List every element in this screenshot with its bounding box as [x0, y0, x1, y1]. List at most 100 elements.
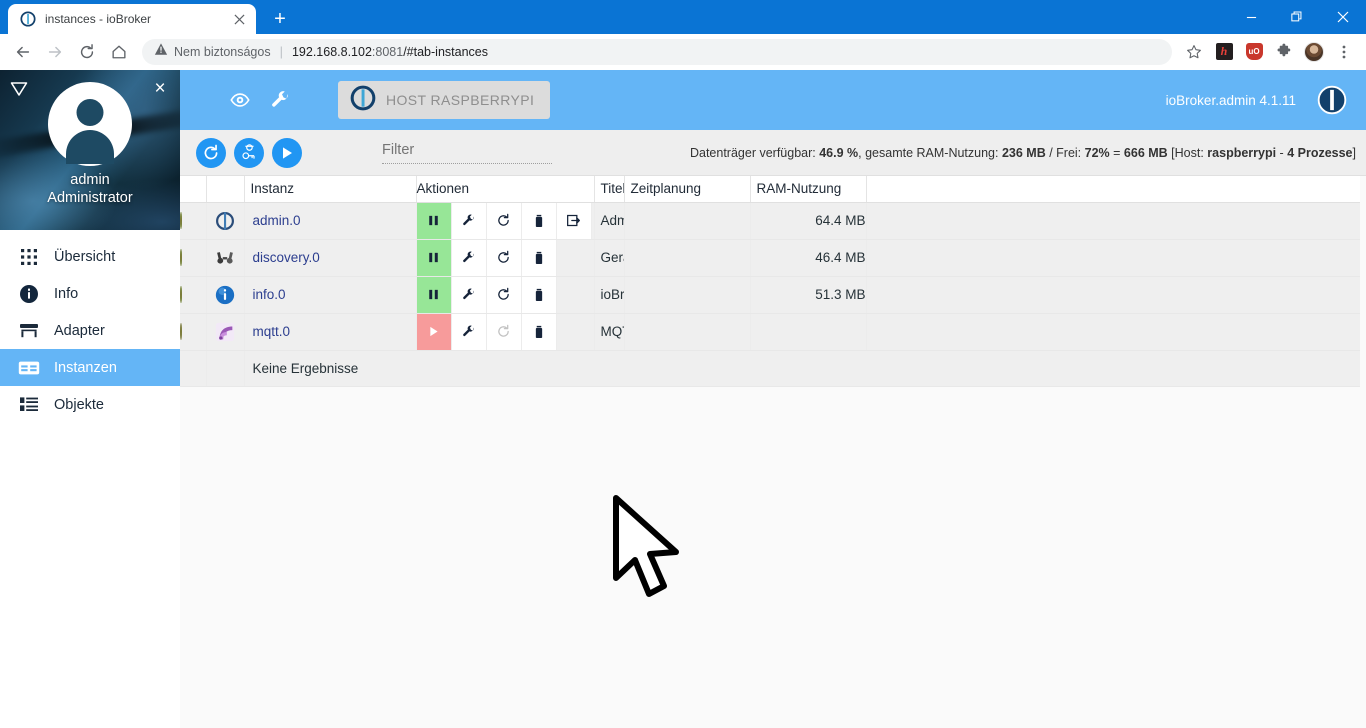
wrench-icon[interactable]: [260, 80, 300, 120]
delete-icon[interactable]: [521, 276, 557, 313]
stop-instance-button[interactable]: [416, 202, 452, 239]
delete-icon[interactable]: [521, 202, 557, 239]
status-processes: 4 Prozesse: [1287, 145, 1353, 160]
window-maximize-button[interactable]: [1274, 0, 1320, 34]
address-bar[interactable]: Nem biztonságos | 192.168.8.102:8081/#ta…: [142, 38, 1172, 65]
sidebar-item-instanzen[interactable]: Instanzen: [0, 349, 180, 386]
row-status-cell: [180, 202, 207, 240]
app-root: × admin Administrator Übersicht Info Ada…: [0, 70, 1366, 728]
row-title-cell: ioBr: [594, 276, 625, 314]
sidebar-item-uebersicht[interactable]: Übersicht: [0, 238, 180, 275]
row-name-cell[interactable]: mqtt.0: [244, 313, 417, 351]
extension-h-glyph: h: [1215, 43, 1233, 60]
status-mid5: -: [1276, 145, 1288, 160]
th-instance[interactable]: Instanz: [244, 176, 417, 203]
th-title[interactable]: Titel: [594, 176, 625, 203]
restart-icon[interactable]: [486, 202, 522, 239]
browser-tab[interactable]: instances - ioBroker: [8, 4, 256, 34]
triangle-down-icon[interactable]: [9, 79, 29, 99]
window-minimize-button[interactable]: [1228, 0, 1274, 34]
row-name-cell[interactable]: admin.0: [244, 202, 417, 240]
delete-icon[interactable]: [521, 313, 557, 350]
stop-instance-button[interactable]: [416, 276, 452, 313]
row-ram-cell: 51.3 MB: [750, 276, 867, 314]
sidebar-item-label: Adapter: [54, 322, 105, 339]
row-schedule-cell[interactable]: [624, 239, 751, 277]
settings-wrench-icon[interactable]: [451, 202, 487, 239]
row-name-cell[interactable]: discovery.0: [244, 239, 417, 277]
settings-wrench-icon[interactable]: [451, 276, 487, 313]
row-icon-cell: [206, 276, 245, 314]
open-link-icon[interactable]: [556, 202, 592, 239]
warning-triangle-icon: [154, 42, 168, 61]
extensions-puzzle-icon[interactable]: [1270, 38, 1298, 66]
th-schedule[interactable]: Zeitplanung: [624, 176, 751, 203]
ublock-origin-icon[interactable]: uO: [1240, 38, 1268, 66]
filter-field[interactable]: [382, 141, 552, 164]
restart-icon[interactable]: [486, 276, 522, 313]
refresh-button[interactable]: [196, 137, 226, 168]
info-icon: [18, 283, 40, 305]
window-controls: [1228, 0, 1366, 34]
sidebar-menu: Übersicht Info Adapter Instanzen Objekte: [0, 230, 180, 423]
reload-button[interactable]: [72, 37, 102, 67]
th-actions: Aktionen: [416, 176, 595, 203]
sidebar-close-icon[interactable]: ×: [149, 78, 171, 100]
expert-mode-button[interactable]: [234, 137, 264, 168]
url-port: :8081: [371, 44, 404, 59]
host-chip[interactable]: HOST RASPBERRYPI: [338, 81, 551, 119]
home-button[interactable]: [104, 37, 134, 67]
eye-icon[interactable]: [220, 80, 260, 120]
sidebar-item-label: Info: [54, 285, 79, 302]
info-blue-icon: [215, 285, 235, 304]
row-name-cell[interactable]: info.0: [244, 276, 417, 314]
restart-icon[interactable]: [486, 239, 522, 276]
instance-link[interactable]: mqtt.0: [245, 324, 416, 339]
sidebar-item-info[interactable]: Info: [0, 275, 180, 312]
sidebar-item-adapter[interactable]: Adapter: [0, 312, 180, 349]
settings-wrench-icon[interactable]: [451, 313, 487, 350]
row-schedule-cell[interactable]: [624, 276, 751, 314]
tab-close-icon[interactable]: [230, 10, 248, 28]
status-suffix: ]: [1352, 145, 1356, 160]
status-ram-used: 236 MB: [1001, 145, 1046, 160]
stop-instance-button[interactable]: [416, 239, 452, 276]
sidebar-username: admin: [70, 172, 110, 188]
start-all-button[interactable]: [272, 137, 302, 168]
instance-link[interactable]: discovery.0: [245, 250, 416, 265]
iobroker-logo-icon[interactable]: [1312, 80, 1352, 120]
th-ram[interactable]: RAM-Nutzung: [750, 176, 867, 203]
table-row[interactable]: info.0 ioBr 51.3 MB: [180, 276, 1360, 314]
status-dot-running: [180, 212, 182, 229]
chrome-menu-icon[interactable]: [1330, 38, 1358, 66]
profile-avatar[interactable]: [1300, 38, 1328, 66]
instance-title: ioBr: [600, 287, 624, 302]
sidebar-item-label: Instanzen: [54, 359, 117, 376]
filter-input[interactable]: [382, 142, 552, 164]
status-dot-running: [180, 286, 182, 303]
start-instance-button[interactable]: [416, 313, 452, 350]
instances-toolbar: Datenträger verfügbar: 46.9 %, gesamte R…: [180, 130, 1366, 176]
row-schedule-cell[interactable]: [624, 202, 751, 240]
extension-h-icon[interactable]: h: [1210, 38, 1238, 66]
mouse-pointer: [608, 494, 688, 609]
url-path: /#tab-instances: [403, 44, 488, 59]
window-close-button[interactable]: [1320, 0, 1366, 34]
row-actions-cell: [416, 202, 595, 240]
row-ram-cell: [750, 313, 867, 351]
back-button[interactable]: [8, 37, 38, 67]
table-row[interactable]: mqtt.0 MQ: [180, 313, 1360, 351]
table-row[interactable]: admin.0 Ad 64.4 MB: [180, 202, 1360, 240]
security-warning[interactable]: Nem biztonságos: [154, 42, 271, 61]
instance-link[interactable]: admin.0: [245, 213, 416, 228]
th-status: [180, 176, 207, 203]
sidebar-item-objekte[interactable]: Objekte: [0, 386, 180, 423]
delete-icon[interactable]: [521, 239, 557, 276]
sidebar-user-role: Administrator: [47, 190, 133, 206]
table-row[interactable]: discovery.0 Ger 46.4 MB: [180, 239, 1360, 277]
new-tab-button[interactable]: +: [266, 5, 294, 33]
bookmark-star-icon[interactable]: [1180, 38, 1208, 66]
row-schedule-cell[interactable]: [624, 313, 751, 351]
instance-link[interactable]: info.0: [245, 287, 416, 302]
settings-wrench-icon[interactable]: [451, 239, 487, 276]
